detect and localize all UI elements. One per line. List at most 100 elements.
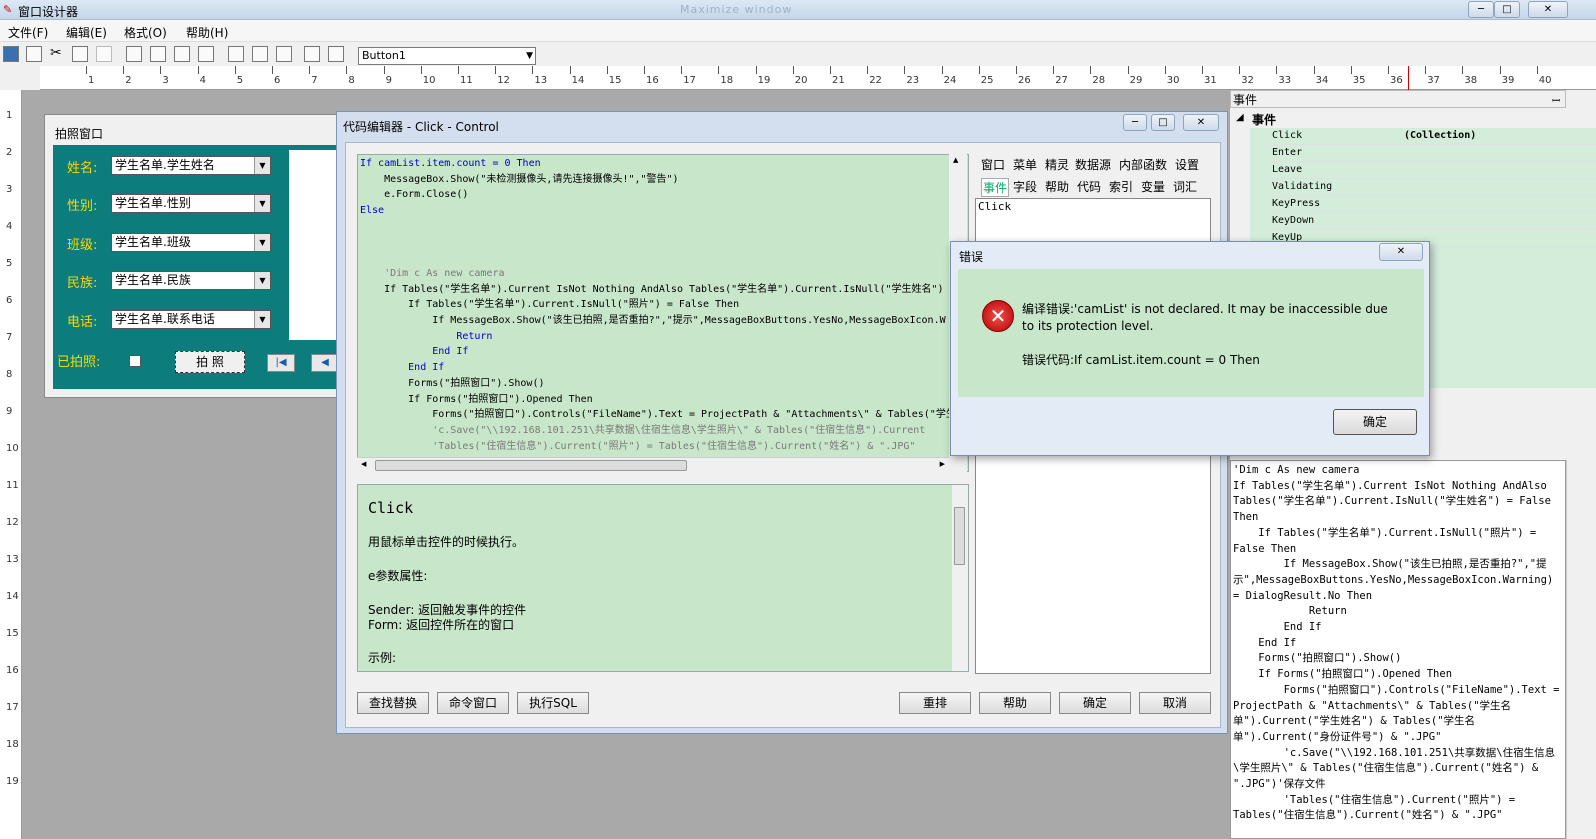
error-body: ✕ 编译错误:'camList' is not declared. It may… <box>958 269 1424 397</box>
ruler-number: 4 <box>199 75 206 86</box>
ethnic-combo[interactable]: 学生名单.民族 ▼ <box>111 271 271 290</box>
menu-format[interactable]: 格式(O) <box>124 24 167 41</box>
code-line: End If <box>408 362 445 374</box>
code-preview[interactable]: 'Dim c As new camera If Tables("学生名单").C… <box>1230 460 1566 839</box>
scroll-left-icon[interactable]: ◀ <box>361 460 366 468</box>
copy-icon[interactable] <box>72 46 88 62</box>
tab-window[interactable]: 窗口 <box>981 156 1005 173</box>
ruler-number: 36 <box>1390 75 1403 86</box>
tab-code[interactable]: 代码 <box>1077 178 1101 195</box>
tab-functions[interactable]: 内部函数 <box>1119 156 1167 173</box>
same-width-icon[interactable] <box>228 46 244 62</box>
align-left-icon[interactable] <box>126 46 142 62</box>
ruler-tick <box>420 66 422 74</box>
hspace-icon[interactable] <box>328 46 344 62</box>
find-replace-button[interactable]: 查找替换 <box>357 692 429 714</box>
ok-button[interactable]: 确定 <box>1059 692 1131 714</box>
chevron-down-icon: ▼ <box>526 51 533 61</box>
tab-variables[interactable]: 变量 <box>1141 178 1165 195</box>
ruler-number: 10 <box>422 75 436 86</box>
command-window-button[interactable]: 命令窗口 <box>437 692 509 714</box>
prev-record-icon[interactable]: ◀ <box>311 354 339 372</box>
prop-row-leave[interactable]: Leave <box>1270 162 1596 179</box>
editor-minimize-button[interactable]: ─ <box>1123 114 1147 131</box>
vruler-number: 3 <box>6 184 13 195</box>
prop-row-keydown[interactable]: KeyDown <box>1270 213 1596 230</box>
ruler-number: 34 <box>1315 75 1329 86</box>
error-ok-button[interactable]: 确定 <box>1333 409 1417 435</box>
error-close-button[interactable]: ✕ <box>1379 243 1423 261</box>
menu-help[interactable]: 帮助(H) <box>186 24 228 41</box>
ruler-tick <box>681 66 683 74</box>
tab-fields[interactable]: 字段 <box>1013 178 1037 195</box>
event-list-item[interactable]: Click <box>978 200 1011 213</box>
ruler-tick <box>941 66 943 74</box>
code-line: If camList.item.count = 0 Then <box>360 158 541 169</box>
class-combo[interactable]: 学生名单.班级 ▼ <box>111 233 271 252</box>
code-hscroll[interactable]: ◀ ▶ <box>357 457 949 473</box>
collapse-icon[interactable]: ◢ <box>1236 112 1244 123</box>
name-combo[interactable]: 学生名单.学生姓名 ▼ <box>111 156 271 175</box>
save-icon[interactable] <box>3 46 19 62</box>
rearrange-button[interactable]: 重排 <box>899 692 971 714</box>
prop-value: (Collection) <box>1404 130 1477 141</box>
scroll-right-icon[interactable]: ▶ <box>940 460 945 468</box>
tab-events[interactable]: 事件 <box>981 178 1010 197</box>
chevron-down-icon: ▼ <box>254 195 270 212</box>
ruler-tick <box>718 66 720 74</box>
tab-help[interactable]: 帮助 <box>1045 178 1069 195</box>
close-button[interactable]: ✕ <box>1528 1 1568 18</box>
help-desc: 用鼠标单击控件的时候执行。 <box>368 535 525 549</box>
maximize-button[interactable]: □ <box>1494 1 1520 18</box>
same-size-icon[interactable] <box>276 46 292 62</box>
tab-wizard[interactable]: 精灵 <box>1045 156 1069 173</box>
cut-icon[interactable]: ✂ <box>50 46 66 62</box>
phone-combo[interactable]: 学生名单.联系电话 ▼ <box>111 310 271 329</box>
tab-index[interactable]: 索引 <box>1109 178 1133 195</box>
editor-maximize-button[interactable]: □ <box>1151 114 1175 131</box>
align-top-icon[interactable] <box>174 46 190 62</box>
help-vscroll[interactable] <box>952 485 968 671</box>
tab-settings[interactable]: 设置 <box>1175 156 1199 173</box>
code-text: If camList.item.count = 0 Then MessageBo… <box>358 155 968 455</box>
photo-form[interactable]: 拍照窗口 姓名: 学生名单.学生姓名 ▼ 性别: 学生名单.性别 ▼ 班级: 学生名… <box>44 114 347 398</box>
photo-button[interactable]: 拍 照 <box>175 351 245 373</box>
properties-icon[interactable] <box>26 46 42 62</box>
execute-sql-button[interactable]: 执行SQL <box>517 692 589 714</box>
tab-vocabulary[interactable]: 词汇 <box>1173 178 1197 195</box>
ruler-tick <box>1462 66 1464 74</box>
code-preview-scrollbar[interactable] <box>1566 460 1582 839</box>
tab-menu[interactable]: 菜单 <box>1013 156 1037 173</box>
help-vscroll-thumb[interactable] <box>954 507 965 565</box>
control-select[interactable]: Button1 ▼ <box>358 47 536 65</box>
vruler-number: 18 <box>6 739 19 750</box>
paste-icon[interactable] <box>96 46 112 62</box>
prop-row-keypress[interactable]: KeyPress <box>1270 196 1596 213</box>
minimize-button[interactable]: ─ <box>1468 1 1494 18</box>
first-record-icon[interactable]: |◀ <box>267 354 295 372</box>
vspace-icon[interactable] <box>304 46 320 62</box>
prop-row-enter[interactable]: Enter <box>1270 145 1596 162</box>
cancel-button[interactable]: 取消 <box>1139 692 1211 714</box>
prop-name: Validating <box>1272 181 1333 192</box>
prop-row-click[interactable]: Click (Collection) <box>1270 128 1596 145</box>
error-dialog: 错误 ✕ ✕ 编译错误:'camList' is not declared. I… <box>950 241 1430 456</box>
prop-row-validating[interactable]: Validating <box>1270 179 1596 196</box>
menu-edit[interactable]: 编辑(E) <box>66 24 107 41</box>
ruler-number: 31 <box>1204 75 1217 86</box>
pin-icon[interactable]: ꟷ <box>1552 93 1560 107</box>
align-bottom-icon[interactable] <box>198 46 214 62</box>
gender-combo[interactable]: 学生名单.性别 ▼ <box>111 194 271 213</box>
hscroll-thumb[interactable] <box>375 460 687 471</box>
help-text-area[interactable]: Click 用鼠标单击控件的时候执行。 e参数属性: Sender: 返回触发事… <box>357 484 969 672</box>
ruler-number: 38 <box>1464 75 1478 86</box>
tab-datasource[interactable]: 数据源 <box>1075 156 1111 173</box>
scroll-up-icon[interactable]: ▲ <box>953 156 958 164</box>
help-button[interactable]: 帮助 <box>979 692 1051 714</box>
same-height-icon[interactable] <box>252 46 268 62</box>
code-text-area[interactable]: If camList.item.count = 0 Then MessageBo… <box>357 154 969 472</box>
menu-file[interactable]: 文件(F) <box>8 24 48 41</box>
photographed-checkbox[interactable] <box>129 355 141 367</box>
editor-close-button[interactable]: ✕ <box>1183 114 1219 131</box>
align-right-icon[interactable] <box>150 46 166 62</box>
